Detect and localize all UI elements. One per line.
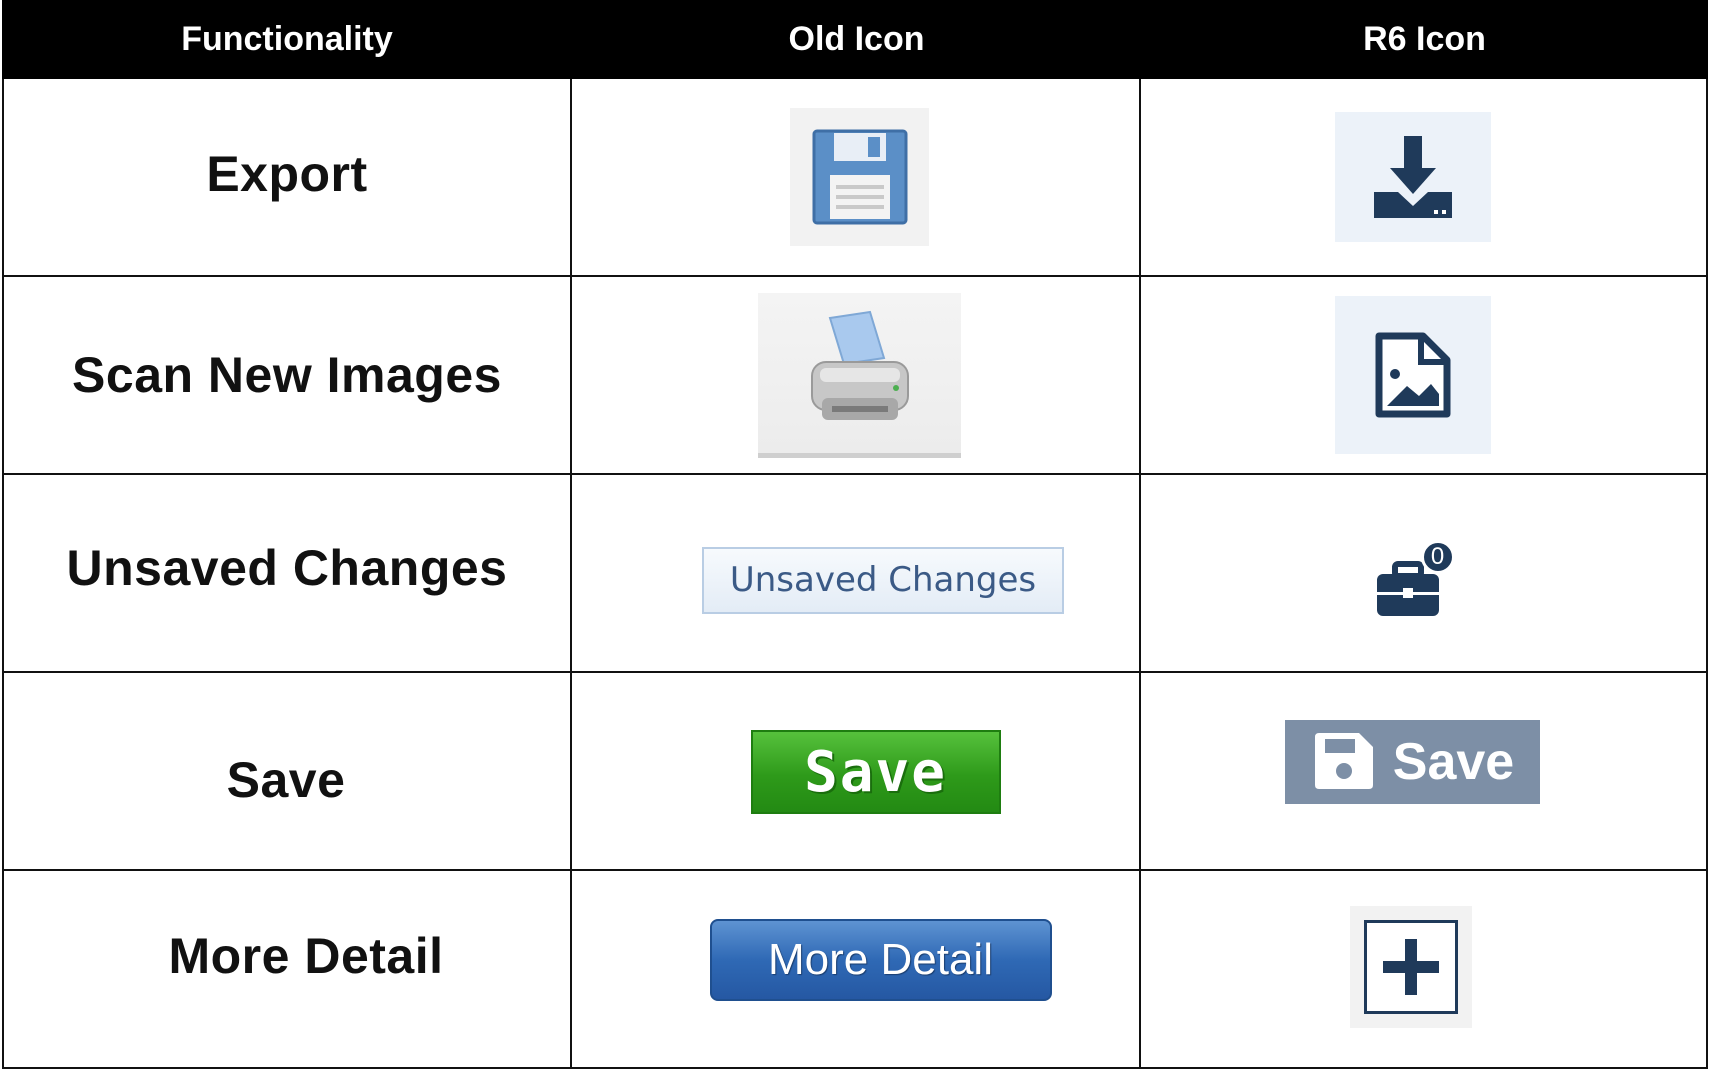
more-detail-button[interactable]: More Detail [709, 919, 1052, 1001]
row-export-functionality: Export [2, 79, 572, 277]
row-more-old: More Detail [572, 871, 1141, 1069]
row-scan-old [572, 277, 1141, 475]
row-scan-r6 [1141, 277, 1708, 475]
badge-count: 0 [1430, 543, 1445, 570]
image-file-icon [1334, 296, 1491, 454]
row-scan-functionality: Scan New Images [2, 277, 572, 475]
row-unsaved-old: Unsaved Changes [572, 475, 1141, 673]
printer-icon [758, 292, 961, 458]
download-icon [1334, 112, 1491, 242]
row-save-functionality: Save [2, 673, 572, 871]
icon-comparison-table: Functionality Old Icon R6 Icon Export Sc… [2, 0, 1708, 1069]
row-more-functionality: More Detail [2, 871, 572, 1069]
row-unsaved-functionality: Unsaved Changes [2, 475, 572, 673]
save-button-label: Save [1392, 733, 1515, 791]
functionality-label: Unsaved Changes [66, 540, 508, 596]
header-functionality: Functionality [2, 0, 572, 79]
plus-icon [1364, 920, 1458, 1014]
functionality-label: More Detail [168, 928, 444, 984]
floppy-disk-icon [790, 108, 929, 246]
row-export-r6 [1141, 79, 1708, 277]
briefcase-icon[interactable]: 0 [1373, 540, 1463, 620]
row-more-r6 [1141, 871, 1708, 1069]
functionality-label: Scan New Images [72, 347, 502, 403]
row-unsaved-r6: 0 [1141, 475, 1708, 673]
functionality-label: Save [226, 752, 346, 808]
row-export-old [572, 79, 1141, 277]
header-old-icon: Old Icon [572, 0, 1141, 79]
header-r6-icon: R6 Icon [1141, 0, 1708, 79]
plus-button[interactable] [1350, 906, 1472, 1028]
save-button-old[interactable]: Save [750, 730, 1001, 814]
row-save-old: Save [572, 673, 1141, 871]
row-save-r6: Save [1141, 673, 1708, 871]
save-icon [1314, 733, 1373, 789]
unsaved-changes-button[interactable]: Unsaved Changes [702, 546, 1064, 614]
functionality-label: Export [206, 146, 368, 202]
notification-badge: 0 [1420, 540, 1455, 574]
save-button-r6[interactable]: Save [1285, 720, 1540, 804]
